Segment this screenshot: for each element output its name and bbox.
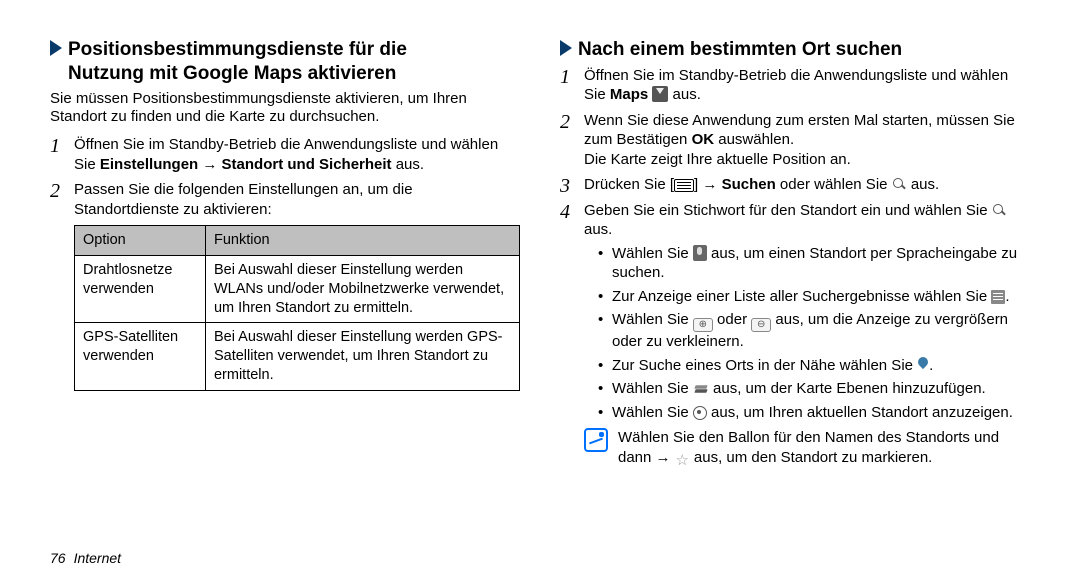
star-icon [675, 454, 690, 469]
layers-icon [693, 382, 709, 396]
right-step-3: Drücken Sie [] → Suchen oder wählen Sie … [560, 175, 1030, 195]
right-step-4: Geben Sie ein Stichwort für den Standort… [560, 201, 1030, 469]
th-option: Option [75, 226, 206, 256]
zoom-in-icon [693, 318, 713, 332]
right-bullets: Wählen Sie aus, um einen Standort per Sp… [584, 244, 1030, 423]
left-heading: Positionsbestimmungsdienste für die Nutz… [50, 38, 520, 86]
target-icon [693, 406, 707, 420]
left-column: Positionsbestimmungsdienste für die Nutz… [50, 38, 520, 542]
right-step-2: Wenn Sie diese Anwendung zum ersten Mal … [560, 111, 1030, 170]
left-step-1: Öffnen Sie im Standby-Betrieb die Anwend… [50, 135, 520, 174]
left-step-2: Passen Sie die folgenden Einstellungen a… [50, 180, 520, 391]
maps-icon [652, 86, 668, 102]
bullet-item: Zur Anzeige einer Liste aller Suchergebn… [598, 287, 1030, 307]
note-text: Wählen Sie den Ballon für den Namen des … [618, 428, 1030, 469]
heading-text-2: Nutzung mit Google Maps aktivieren [68, 62, 520, 86]
bullet-item: Wählen Sie aus, um der Karte Ebenen hinz… [598, 379, 1030, 399]
th-function: Funktion [205, 226, 519, 256]
pin-icon [917, 357, 929, 373]
note-block: Wählen Sie den Ballon für den Namen des … [584, 428, 1030, 469]
menu-icon [674, 179, 694, 192]
right-steps: Öffnen Sie im Standby-Betrieb die Anwend… [560, 66, 1030, 469]
table-row: GPS-Satelliten verwenden Bei Auswahl die… [75, 323, 520, 391]
options-table: Option Funktion Drahtlosnetze verwenden … [74, 225, 520, 391]
zoom-out-icon [751, 318, 771, 332]
heading-text-1: Positionsbestimmungsdienste für die [68, 39, 407, 60]
search-icon [992, 203, 1007, 218]
bullet-item: Wählen Sie oder aus, um die Anzeige zu v… [598, 310, 1030, 352]
left-intro: Sie müssen Positionsbestimmungsdienste a… [50, 90, 520, 128]
right-heading: Nach einem bestimmten Ort suchen [560, 38, 1030, 62]
note-icon [584, 428, 608, 452]
right-column: Nach einem bestimmten Ort suchen Öffnen … [560, 38, 1030, 542]
chevron-icon [560, 40, 572, 56]
chevron-icon [50, 40, 62, 56]
bullet-item: Wählen Sie aus, um Ihren aktuellen Stand… [598, 403, 1030, 423]
table-row: Drahtlosnetze verwenden Bei Auswahl dies… [75, 255, 520, 323]
page-number: 76 [50, 550, 66, 566]
bullet-item: Wählen Sie aus, um einen Standort per Sp… [598, 244, 1030, 283]
bullet-item: Zur Suche eines Orts in der Nähe wählen … [598, 356, 1030, 376]
page-footer: 76 Internet [50, 550, 1030, 566]
search-icon [892, 177, 907, 192]
mic-icon [693, 245, 707, 261]
left-steps: Öffnen Sie im Standby-Betrieb die Anwend… [50, 135, 520, 391]
list-icon [991, 290, 1005, 304]
right-step-1: Öffnen Sie im Standby-Betrieb die Anwend… [560, 66, 1030, 105]
section-name: Internet [74, 550, 121, 566]
